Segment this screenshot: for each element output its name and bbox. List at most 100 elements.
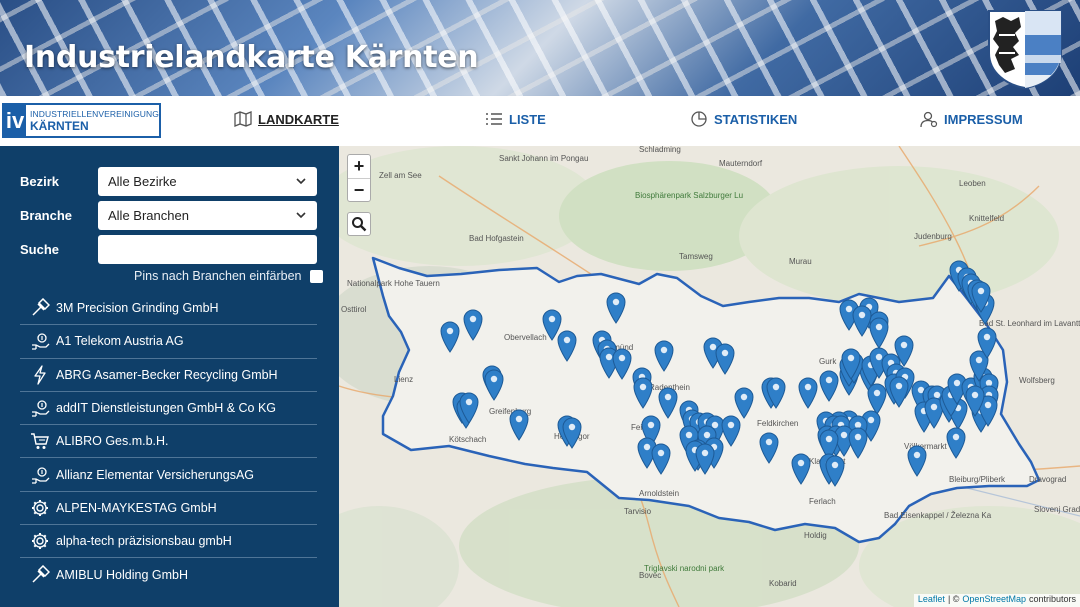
search-icon (352, 217, 367, 232)
map-canvas[interactable]: Sankt Johann im Pongau Zell am See Schladm… (339, 146, 1080, 607)
map-place-label: Sankt Johann im Pongau (499, 154, 588, 163)
map-place-label: Nationalpark Hohe Tauern (347, 279, 440, 288)
page-title: Industrielandkarte Kärnten (24, 40, 479, 75)
company-list-item[interactable]: ALIBRO Ges.m.b.H. (20, 424, 317, 457)
chevron-down-icon (296, 178, 306, 185)
company-name: AMIBLU Holding GmbH (56, 567, 188, 582)
map-place-label: Bleiburg/Pliberk (949, 475, 1006, 484)
hammer-icon (32, 564, 50, 583)
map-place-label: Bad Hofgastein (469, 234, 524, 243)
map-place-label: Lienz (394, 375, 413, 384)
cart-icon (31, 433, 49, 450)
company-name: A1 Telekom Austria AG (56, 334, 184, 349)
bezirk-label: Bezirk (20, 174, 60, 189)
lightning-icon (34, 365, 46, 385)
logo-line2: KÄRNTEN (30, 118, 89, 133)
iv-logo-mark: iv (4, 105, 27, 136)
hand-coin-icon (32, 333, 50, 351)
bezirk-value: Alle Bezirke (108, 174, 177, 189)
map-place-label: Ferlach (809, 497, 836, 506)
map-place-label: Leoben (959, 179, 986, 188)
map-place-label: Wolfsberg (1019, 376, 1055, 385)
company-list-item[interactable]: alpha-tech präzisionsbau gmbH (20, 524, 317, 557)
suche-label: Suche (20, 242, 60, 257)
company-list-item[interactable]: ABRG Asamer-Becker Recycling GmbH (20, 357, 317, 391)
suche-row: Suche (20, 235, 317, 264)
map-place-label: Judenburg (914, 232, 952, 241)
company-list-item[interactable]: addIT Dienstleistungen GmbH & Co KG (20, 390, 317, 424)
bezirk-row: Bezirk Alle Bezirke (20, 167, 317, 196)
branche-value: Alle Branchen (108, 208, 189, 223)
company-list-item[interactable]: ALPEN-MAYKESTAG GmbH (20, 490, 317, 524)
bezirk-select[interactable]: Alle Bezirke (98, 167, 317, 196)
company-list-item[interactable]: A1 Telekom Austria AG (20, 324, 317, 357)
logo-line1: INDUSTRIELLENVEREINIGUNG (30, 108, 159, 119)
company-name: addIT Dienstleistungen GmbH & Co KG (56, 401, 277, 416)
map-place-label: Murau (789, 257, 812, 266)
attribution-sep: | © (947, 594, 960, 604)
hammer-icon (32, 297, 50, 316)
gear-icon (32, 499, 48, 516)
company-list-item[interactable]: AMIBLU Holding GmbH (20, 557, 317, 590)
map-place-label: Tarvisio (624, 507, 652, 516)
nav-impressum-label: IMPRESSUM (944, 111, 1023, 127)
nav-statistiken[interactable]: STATISTIKEN (690, 110, 797, 128)
zoom-out-button[interactable]: − (348, 178, 370, 201)
leaflet-link[interactable]: Leaflet (918, 594, 945, 607)
map-view[interactable]: Sankt Johann im Pongau Zell am See Schladm… (339, 146, 1080, 607)
gear-icon (32, 533, 48, 550)
nav-impressum[interactable]: IMPRESSUM (920, 110, 1023, 128)
map-attribution: Leaflet | © OpenStreetMap contributors (913, 594, 1080, 607)
company-list-item[interactable]: Allianz Elementar VersicherungsAG (20, 457, 317, 490)
map-place-label: Slovenj Gradec (1034, 505, 1080, 514)
company-name: 3M Precision Grinding GmbH (56, 300, 219, 315)
company-name: ALIBRO Ges.m.b.H. (56, 434, 169, 449)
nav-landkarte[interactable]: LANDKARTE (234, 110, 339, 128)
map-place-label: Bad Eisenkappel / Železna Ka (884, 511, 992, 520)
search-input[interactable] (98, 235, 317, 264)
hand-coin-icon (32, 400, 50, 417)
list-icon (486, 113, 502, 125)
hand-coin-icon (32, 466, 50, 484)
iv-logo[interactable]: iv INDUSTRIELLENVEREINIGUNG KÄRNTEN (2, 103, 161, 138)
zoom-control: + − (347, 154, 371, 202)
company-name: alpha-tech präzisionsbau gmbH (56, 534, 232, 549)
osm-link[interactable]: OpenStreetMap (962, 594, 1026, 607)
color-pins-label: Pins nach Branchen einfärben (134, 269, 302, 283)
map-place-label: Gurk (819, 357, 837, 366)
color-pins-toggle[interactable]: Pins nach Branchen einfärben (134, 269, 324, 283)
nav-landkarte-label: LANDKARTE (258, 111, 339, 127)
map-place-label: Holdig (804, 531, 827, 540)
nav-liste[interactable]: LISTE (485, 110, 546, 128)
chevron-down-icon (296, 212, 306, 219)
map-place-label: Kötschach (449, 435, 486, 444)
pie-chart-icon (691, 111, 707, 127)
map-search-button[interactable] (347, 212, 371, 236)
map-icon (234, 111, 252, 127)
nav-bar: iv INDUSTRIELLENVEREINIGUNG KÄRNTEN LAND… (0, 96, 1080, 146)
carinthia-coat-of-arms-icon (988, 10, 1062, 89)
sidebar: Bezirk Alle Bezirke Branche Alle Branche… (0, 146, 339, 607)
map-place-label: Feldkirchen (757, 419, 798, 428)
map-place-label: Kobarid (769, 579, 797, 588)
map-place-label: Arnoldstein (639, 489, 679, 498)
company-list: 3M Precision Grinding GmbH A1 Telekom Aus… (20, 291, 317, 591)
map-place-label: Mauterndorf (719, 159, 763, 168)
map-place-label: Bovec (639, 571, 661, 580)
company-name: ABRG Asamer-Becker Recycling GmbH (56, 367, 278, 382)
map-place-label: Zell am See (379, 171, 422, 180)
user-icon (920, 111, 938, 128)
branche-select[interactable]: Alle Branchen (98, 201, 317, 230)
map-place-label: Biosphärenpark Salzburger Lu (635, 191, 743, 200)
nav-statistiken-label: STATISTIKEN (714, 111, 798, 127)
nav-liste-label: LISTE (509, 111, 546, 127)
map-place-label: Schladming (639, 146, 681, 154)
company-list-item[interactable]: 3M Precision Grinding GmbH (20, 291, 317, 324)
zoom-in-button[interactable]: + (348, 155, 370, 178)
map-place-label: Osttirol (341, 305, 367, 314)
color-pins-checkbox[interactable] (310, 269, 324, 283)
header-banner: Industrielandkarte Kärnten (0, 0, 1080, 96)
branche-label: Branche (20, 208, 73, 223)
map-place-label: Knittelfeld (969, 214, 1004, 223)
map-place-label: Tamsweg (679, 252, 713, 261)
